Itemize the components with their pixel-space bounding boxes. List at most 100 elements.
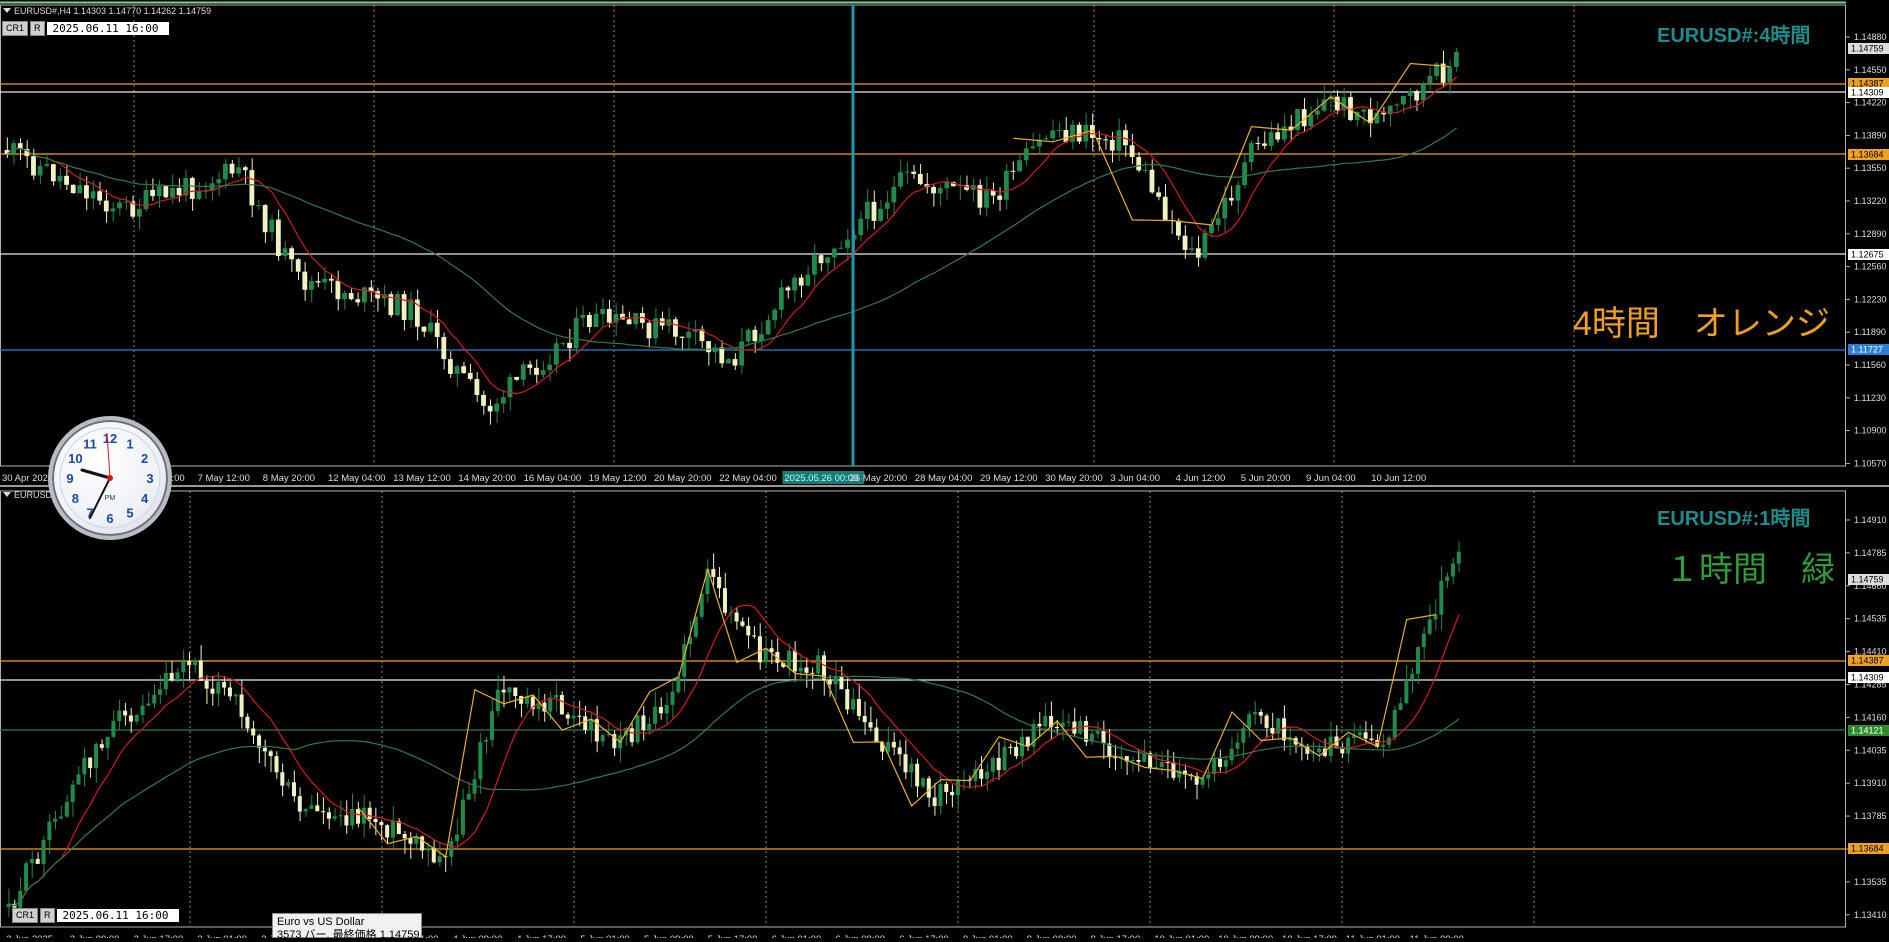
candle-body <box>1063 130 1069 142</box>
candle-body <box>1222 197 1228 219</box>
candle-body <box>600 308 606 315</box>
candle-body <box>1206 774 1211 779</box>
candle-body <box>291 782 296 797</box>
h4-pane-title: EURUSD#:4時間 <box>1657 25 1811 47</box>
candle-body <box>1398 703 1403 710</box>
tooltip-line-2: 3573 バー, 最終価格 1.14759 <box>277 929 420 941</box>
candle-body <box>280 772 285 786</box>
candle-body <box>909 763 914 773</box>
chart-pane-h4[interactable]: 1.14880 1.14550 1.14220 1.13890 1.13550 1.132… <box>0 0 1889 485</box>
candle-body <box>752 329 758 342</box>
h1-chart-canvas[interactable]: 1.149101.147851.146601.145351.144101.142… <box>0 487 1889 938</box>
moving-average-fast <box>8 604 1460 907</box>
price-tick-label: 1.14880 <box>1854 32 1887 42</box>
candle-body <box>1407 91 1413 96</box>
time-axis-label: 20 May 20:00 <box>654 473 712 484</box>
candle-body <box>478 741 483 780</box>
candle-body <box>466 793 471 800</box>
collapse-triangle-icon[interactable] <box>3 8 11 13</box>
candle-body <box>1056 130 1062 132</box>
candle-body <box>467 372 473 379</box>
candle-body <box>35 858 40 864</box>
candle-body <box>128 715 133 722</box>
candle-body <box>1162 196 1168 220</box>
candle-body <box>245 716 250 729</box>
candle-body <box>1019 736 1024 757</box>
candle-body <box>1129 145 1135 158</box>
candle-body <box>57 175 63 182</box>
candle-body <box>635 715 640 743</box>
candle-body <box>428 322 433 332</box>
r-button[interactable]: R <box>40 908 55 923</box>
candle-body <box>1054 726 1059 728</box>
candle-body <box>111 721 116 737</box>
candle-body <box>739 341 745 366</box>
time-axis-label: 9 Jun 04:00 <box>1306 473 1356 484</box>
candle-body <box>798 277 804 286</box>
candle-body <box>658 706 663 714</box>
clock-number: 6 <box>106 511 113 526</box>
candle-body <box>706 341 711 353</box>
candle-body <box>275 219 281 256</box>
candle-body <box>862 715 867 723</box>
candle-body <box>355 299 361 303</box>
h1-pane-title: EURUSD#:1時間 <box>1657 508 1811 530</box>
candle-body <box>1241 727 1246 743</box>
candle-body <box>1282 718 1287 741</box>
time-axis-label: 6 Jun 17:00 <box>899 934 949 938</box>
candle-body <box>547 364 553 371</box>
date-field[interactable]: 2025.06.11 16:00 <box>56 909 179 922</box>
candle-body <box>874 727 879 743</box>
candle-body <box>812 255 817 275</box>
collapse-triangle-icon[interactable] <box>3 492 11 497</box>
price-tick-label: 1.14535 <box>1854 614 1887 624</box>
chart-pane-h1[interactable]: 1.14910 1.14785 1.14660 1.14535 1.14410 1.142… <box>0 487 1889 938</box>
candle-body <box>146 703 151 706</box>
analog-clock-widget[interactable]: 12 1 2 3 4 5 6 7 8 9 10 11 PM <box>48 416 172 540</box>
candle-body <box>1369 738 1374 741</box>
clock-number: 8 <box>72 491 79 506</box>
candle-body <box>1456 551 1461 564</box>
r-button[interactable]: R <box>30 21 45 36</box>
candle-body <box>593 314 599 327</box>
candle-body <box>722 588 727 613</box>
candle-body <box>785 287 791 291</box>
candle-body <box>845 239 850 248</box>
time-axis-label: 30 Apr 2025 <box>2 473 53 484</box>
candle-body <box>1136 759 1141 762</box>
clock-face-icon: 12 1234567891011PM <box>59 427 161 529</box>
candle-body <box>286 782 291 786</box>
cr1-button[interactable]: CR1 <box>12 908 39 923</box>
date-field[interactable]: 2025.06.11 16:00 <box>46 22 169 35</box>
candle-body <box>884 202 890 209</box>
price-tick-label: 1.11890 <box>1854 327 1886 337</box>
candle-body <box>385 825 390 838</box>
candle-body <box>1066 721 1071 723</box>
candle-body <box>818 255 824 264</box>
candle-body <box>44 164 50 166</box>
symbol-tooltip: Euro vs US Dollar 3573 バー, 最終価格 1.14759 <box>272 913 422 941</box>
candle-body <box>326 812 331 819</box>
h4-chart-canvas[interactable]: 1.14880 1.14550 1.14220 1.13890 1.13550 1.132… <box>0 0 1889 485</box>
candle-body <box>123 710 128 716</box>
candle-body <box>41 840 46 864</box>
candle-body <box>1450 563 1455 577</box>
candle-body <box>831 248 837 258</box>
candle-body <box>527 364 533 368</box>
candle-body <box>37 165 43 176</box>
cr1-button[interactable]: CR1 <box>2 21 29 36</box>
candle-body <box>1445 576 1450 581</box>
price-tag-label: 1.14759 <box>1851 575 1884 585</box>
candle-body <box>856 699 861 716</box>
clock-hour-hand <box>80 468 112 480</box>
candle-body <box>105 736 110 748</box>
candle-body <box>1003 170 1009 200</box>
clock-ampm: PM <box>105 495 116 502</box>
candle-body <box>920 778 925 787</box>
price-tick-label: 1.12890 <box>1854 229 1887 239</box>
candle-body <box>103 200 109 212</box>
candle-body <box>24 863 29 891</box>
candle-body <box>732 359 738 366</box>
candle-body <box>553 343 559 365</box>
time-axis-label: 11 Jun 09:00 <box>1410 934 1464 938</box>
